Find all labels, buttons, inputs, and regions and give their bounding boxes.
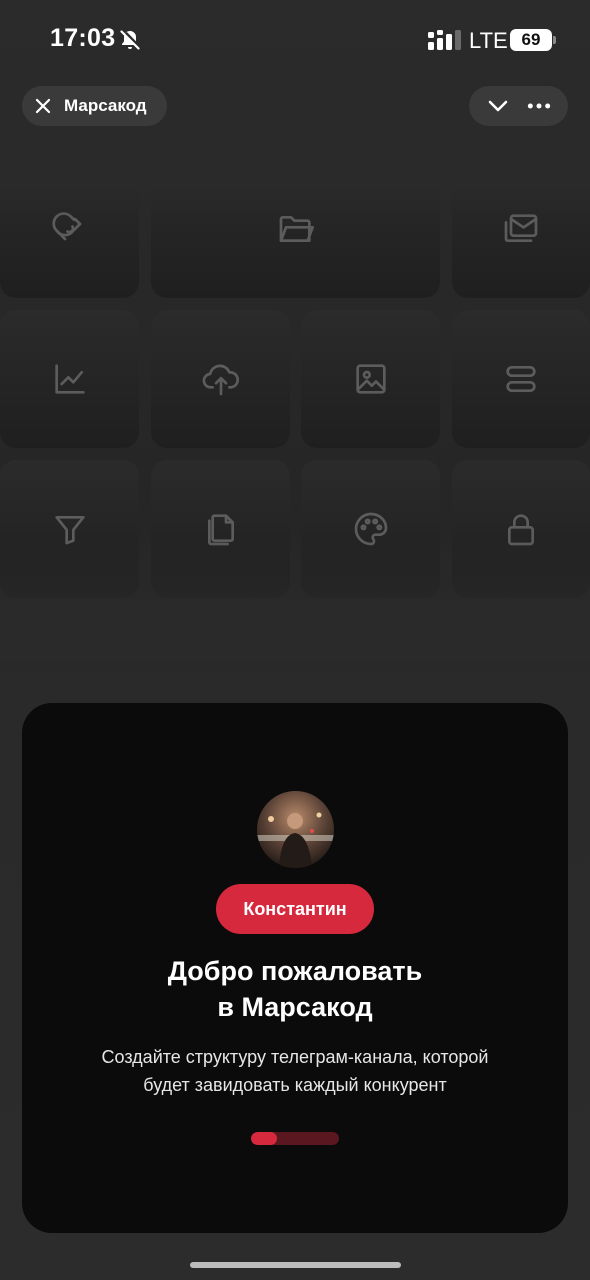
battery-nub — [553, 36, 556, 44]
cloud-upload-icon — [202, 364, 239, 396]
welcome-title-line1: Добро пожаловать — [167, 956, 423, 986]
home-indicator[interactable] — [190, 1262, 401, 1268]
onboarding-progress — [251, 1132, 339, 1145]
tile-layout — [452, 310, 590, 448]
avatar-photo — [257, 791, 334, 868]
welcome-title: Добро пожаловать в Марсакод — [22, 953, 568, 1025]
tiles-fade-top — [0, 130, 590, 220]
tile-upload — [151, 310, 290, 448]
tiles-fade-bottom — [0, 540, 590, 660]
more-horizontal-icon — [528, 103, 551, 109]
avatar — [257, 791, 334, 868]
layout-rows-icon — [506, 366, 536, 392]
tile-image — [301, 310, 440, 448]
battery-indicator: 69 — [510, 29, 552, 51]
welcome-card: Константин Добро пожаловать в Марсакод С… — [22, 703, 568, 1233]
close-app-button[interactable]: Марсакод — [22, 86, 167, 126]
welcome-description: Создайте структуру телеграм-канала, кото… — [52, 1043, 538, 1099]
close-icon — [35, 98, 51, 114]
status-time: 17:03 — [50, 24, 116, 52]
bell-slash-icon — [120, 30, 140, 50]
welcome-title-line2: в Марсакод — [217, 992, 373, 1022]
chevron-down-icon — [488, 100, 508, 112]
app-title: Марсакод — [64, 96, 147, 115]
collapse-button[interactable] — [485, 93, 511, 119]
welcome-desc-line2: будет завидовать каждый конкурент — [143, 1075, 447, 1095]
user-name-badge: Константин — [216, 884, 374, 934]
status-bar: 17:03 LTE 69 — [0, 0, 590, 80]
onboarding-progress-fill — [251, 1132, 278, 1145]
app-screen: 17:03 LTE 69 Марсакод Константин Добро п… — [0, 0, 590, 1280]
app-actions — [469, 86, 568, 126]
line-chart-icon — [54, 364, 85, 394]
tile-chart — [0, 310, 139, 448]
network-label: LTE — [469, 28, 508, 53]
signal-icon — [428, 30, 461, 50]
welcome-desc-line1: Создайте структуру телеграм-канала, кото… — [101, 1047, 489, 1067]
more-button[interactable] — [526, 93, 552, 119]
image-icon — [355, 364, 386, 394]
